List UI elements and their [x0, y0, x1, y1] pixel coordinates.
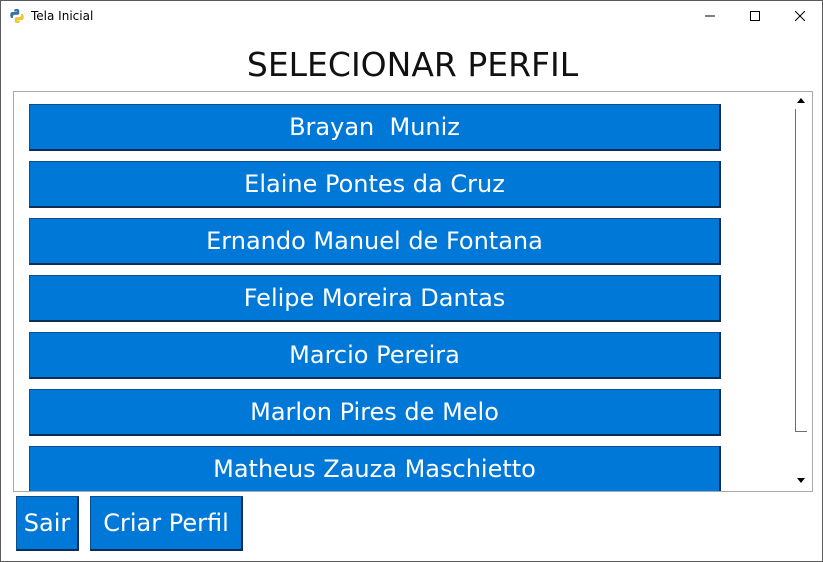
minimize-button[interactable]: [687, 1, 733, 31]
python-icon: [9, 8, 25, 24]
scroll-up-button[interactable]: [792, 92, 809, 109]
profile-button[interactable]: Marlon Pires de Melo: [29, 389, 721, 436]
exit-button[interactable]: Sair: [16, 496, 79, 551]
create-profile-button[interactable]: Criar Perfil: [90, 496, 243, 551]
maximize-button[interactable]: [732, 1, 778, 31]
maximize-icon: [750, 11, 760, 21]
arrow-up-icon: [796, 98, 805, 103]
profile-button[interactable]: Brayan Muniz: [29, 104, 721, 151]
title-bar[interactable]: Tela Inicial: [1, 1, 822, 31]
arrow-down-icon: [796, 478, 805, 483]
app-window: Tela Inicial SELECIONAR PERFIL Brayan Mu…: [0, 0, 823, 562]
page-title: SELECIONAR PERFIL: [246, 45, 579, 84]
profile-button[interactable]: Matheus Zauza Maschietto: [29, 446, 721, 491]
profile-button[interactable]: Ernando Manuel de Fontana: [29, 218, 721, 265]
vertical-scrollbar[interactable]: [792, 92, 809, 489]
profile-button[interactable]: Felipe Moreira Dantas: [29, 275, 721, 322]
scroll-down-button[interactable]: [792, 472, 809, 489]
window-title: Tela Inicial: [31, 9, 94, 23]
scroll-thumb[interactable]: [795, 109, 807, 432]
profile-list: Brayan Muniz Elaine Pontes da Cruz Ernan…: [29, 104, 722, 491]
profile-list-frame: Brayan Muniz Elaine Pontes da Cruz Ernan…: [13, 91, 813, 492]
close-button[interactable]: [777, 1, 823, 31]
profile-button[interactable]: Marcio Pereira: [29, 332, 721, 379]
close-icon: [795, 11, 805, 21]
minimize-icon: [705, 15, 715, 17]
profile-button[interactable]: Elaine Pontes da Cruz: [29, 161, 721, 208]
